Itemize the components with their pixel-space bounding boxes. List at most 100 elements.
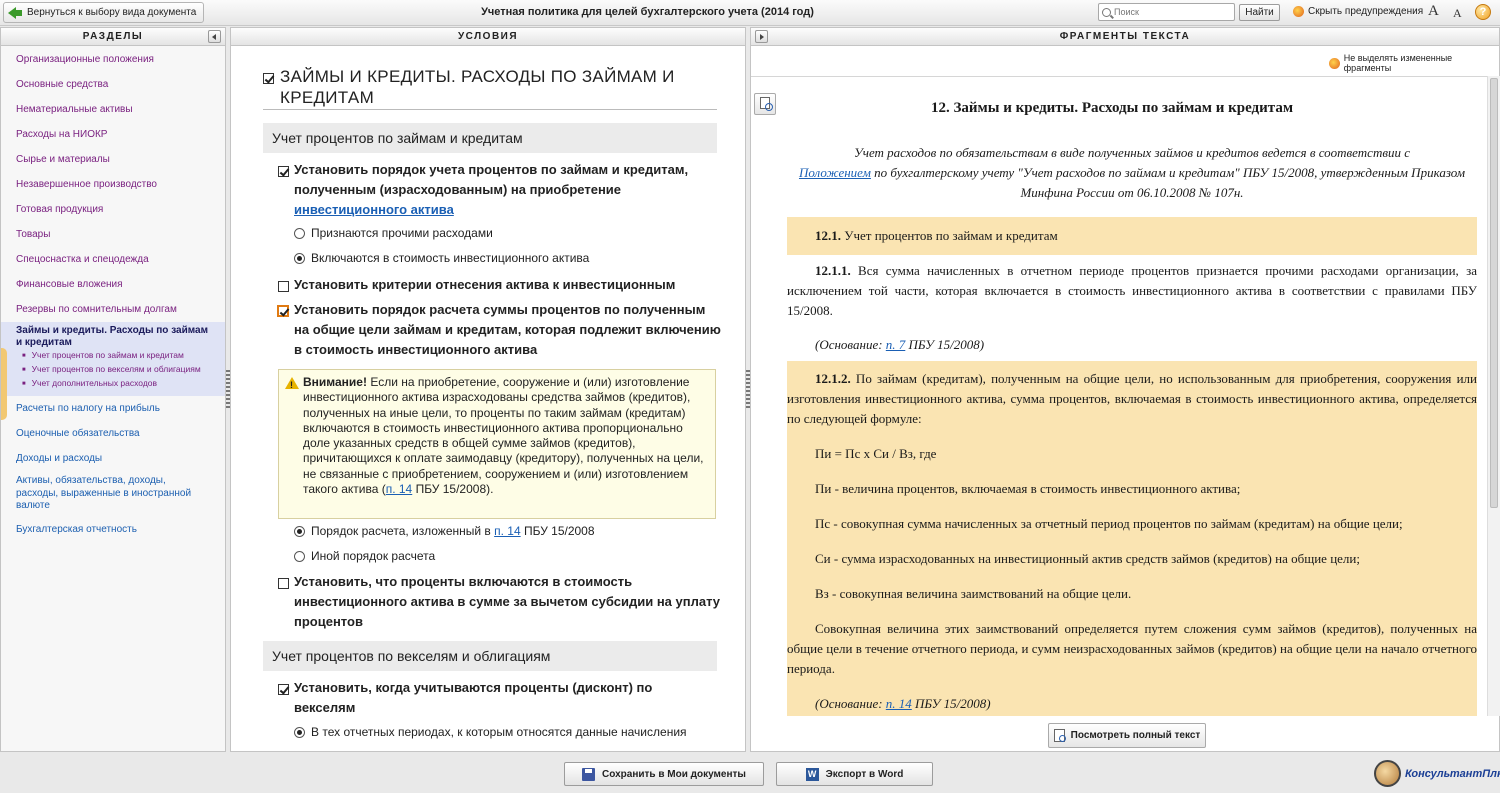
title-checkbox[interactable] (263, 73, 274, 84)
section-item[interactable]: Организационные положения (1, 47, 225, 72)
q3-option2-radio[interactable] (294, 551, 305, 562)
q1-checkbox[interactable] (278, 166, 289, 177)
bottom-toolbar: Сохранить в Мои документы W Экспорт в Wo… (0, 753, 1500, 793)
warning-text: Если на приобретение, сооружение и (или)… (303, 375, 704, 497)
section-item[interactable]: Активы, обязательства, доходы, расходы, … (1, 471, 225, 517)
zoom-document-icon[interactable] (754, 93, 776, 115)
help-icon[interactable]: ? (1475, 4, 1491, 20)
condition-question: Установить порядок учета процентов по за… (294, 160, 724, 220)
basis1-p7-link[interactable]: п. 7 (886, 337, 906, 352)
formula-def: Пи - величина процентов, включаемая в ст… (815, 481, 1241, 496)
search-icon (1102, 7, 1111, 17)
document-title: Учетная политика для целей бухгалтерског… (481, 6, 814, 18)
view-full-text-button[interactable]: Посмотреть полный текст (1048, 723, 1206, 748)
subsection-item[interactable]: Учет процентов по займам и кредитам (16, 349, 210, 363)
section-item[interactable]: Бухгалтерская отчетность (1, 517, 225, 542)
section-item[interactable]: Товары (1, 222, 225, 247)
sections-header: РАЗДЕЛЫ (1, 28, 225, 46)
subsection-item[interactable]: Учет процентов по векселям и облигациям (16, 363, 210, 377)
fragments-panel: ФРАГМЕНТЫ ТЕКСТА Не выделять измененные … (750, 27, 1500, 752)
active-section-title: Займы и кредиты. Расходы по займам и кре… (16, 325, 208, 348)
q1-option2-radio[interactable] (294, 253, 305, 264)
highlight-icon (1329, 57, 1340, 69)
conditions-header-label: УСЛОВИЯ (457, 31, 519, 42)
section-item[interactable]: Сырье и материалы (1, 147, 225, 172)
fragments-scrollbar[interactable] (1487, 76, 1500, 716)
warning-title: Внимание! (303, 375, 367, 389)
back-to-document-type-button[interactable]: Вернуться к выбору вида документа (3, 2, 205, 23)
condition-question: Установить, когда учитываются проценты (… (294, 680, 653, 715)
dont-highlight-label: Не выделять измененные фрагменты (1343, 53, 1453, 73)
q4-checkbox[interactable] (278, 578, 289, 589)
hide-warnings-label: Скрыть предупреждения (1308, 6, 1424, 17)
section-item[interactable]: Нематериальные активы (1, 97, 225, 122)
q5-option1-label[interactable]: В тех отчетных периодах, к которым относ… (311, 724, 687, 740)
fragments-header-label: ФРАГМЕНТЫ ТЕКСТА (1059, 31, 1191, 42)
sections-panel: РАЗДЕЛЫ Организационные положения Основн… (0, 27, 226, 752)
hide-warnings-button[interactable]: Скрыть предупреждения (1293, 6, 1423, 17)
fragments-scroll-thumb[interactable] (1490, 78, 1498, 508)
paragraph-12-1-2: 12.1.2. По займам (кредитам), полученным… (787, 369, 1477, 429)
basis2-p14-link[interactable]: п. 14 (886, 696, 912, 711)
top-toolbar: Вернуться к выбору вида документа Учетна… (0, 0, 1500, 26)
conditions-panel: УСЛОВИЯ ЗАЙМЫ И КРЕДИТЫ. РАСХОДЫ ПО ЗАЙМ… (230, 27, 975, 752)
section-item[interactable]: Резервы по сомнительным долгам (1, 297, 225, 322)
find-button[interactable]: Найти (1239, 4, 1280, 21)
section-item[interactable]: Доходы и расходы (1, 446, 225, 471)
search-input[interactable] (1114, 7, 1214, 17)
formula-def: Совокупная величина этих заимствований о… (787, 621, 1477, 676)
basis2-pre: (Основание: (815, 696, 886, 711)
save-to-my-documents-button[interactable]: Сохранить в Мои документы (564, 762, 764, 786)
formula-def: Си - сумма израсходованных на инвестицио… (815, 551, 1360, 566)
warning-p14-link[interactable]: п. 14 (386, 482, 413, 496)
subsection-12-1-num: 12.1. (815, 228, 841, 243)
section-item[interactable]: Расходы на НИОКР (1, 122, 225, 147)
q5-option1-radio[interactable] (294, 727, 305, 738)
q1-option1-label[interactable]: Признаются прочими расходами (311, 225, 493, 241)
subsection-12-1-text: Учет процентов по займам и кредитам (841, 228, 1058, 243)
export-label: Экспорт в Word (825, 768, 904, 780)
q1-option2-label[interactable]: Включаются в стоимость инвестиционного а… (311, 250, 589, 266)
q3-option1-radio[interactable] (294, 526, 305, 537)
section-item[interactable]: Спецоснастка и спецодежда (1, 247, 225, 272)
warning-icon (285, 377, 299, 393)
investment-asset-link[interactable]: инвестиционного актива (294, 202, 454, 217)
view-document-icon (1053, 729, 1066, 742)
section-item[interactable]: Основные средства (1, 72, 225, 97)
expand-conditions-icon[interactable] (755, 30, 768, 43)
consultant-plus-logo[interactable]: КонсультантПлюс (1374, 760, 1500, 787)
section-item[interactable]: Незавершенное производство (1, 172, 225, 197)
formula-def: Пс - совокупная сумма начисленных за отч… (815, 516, 1403, 531)
section-item-active[interactable]: Займы и кредиты. Расходы по займам и кре… (1, 322, 225, 396)
search-field[interactable] (1098, 3, 1235, 21)
q3-option2-label[interactable]: Иной порядок расчета (311, 548, 435, 564)
collapse-sections-icon[interactable] (208, 30, 221, 43)
dont-highlight-changes-toggle[interactable]: Не выделять измененные фрагменты (1329, 53, 1499, 73)
decrease-font-button[interactable]: A (1453, 6, 1462, 21)
paragraph-12-1-2-num: 12.1.2. (815, 371, 851, 386)
condition-question: Установить критерии отнесения актива к и… (294, 277, 676, 292)
sections-list: Организационные положения Основные средс… (1, 46, 225, 542)
q3-checkbox[interactable] (277, 305, 289, 317)
section-item[interactable]: Оценочные обязательства (1, 421, 225, 446)
intro-text-1: Учет расходов по обязательствам в виде п… (854, 145, 1410, 160)
paragraph-12-1-2-text: По займам (кредитам), полученным на общи… (787, 371, 1477, 426)
q5-checkbox[interactable] (278, 684, 289, 695)
back-arrow-icon (8, 6, 22, 19)
section-item[interactable]: Расчеты по налогу на прибыль (1, 396, 225, 421)
formula: Пи = Пс х Си / Вз, где (815, 446, 937, 461)
view-full-text-label: Посмотреть полный текст (1070, 730, 1201, 741)
q1-option1-radio[interactable] (294, 228, 305, 239)
section-item[interactable]: Финансовые вложения (1, 272, 225, 297)
word-icon: W (805, 767, 819, 781)
q3-option1-p14-link[interactable]: п. 14 (494, 524, 521, 538)
export-to-word-button[interactable]: W Экспорт в Word (776, 762, 933, 786)
q3-option1-label[interactable]: Порядок расчета, изложенный в п. 14 ПБУ … (311, 523, 595, 539)
regulation-link[interactable]: Положением (799, 165, 871, 180)
q2-checkbox[interactable] (278, 281, 289, 292)
increase-font-button[interactable]: A (1428, 3, 1439, 20)
section-item[interactable]: Готовая продукция (1, 197, 225, 222)
conditions-header: УСЛОВИЯ (231, 28, 745, 46)
subsection-item[interactable]: Учет дополнительных расходов (16, 377, 210, 391)
basis2-post: ПБУ 15/2008) (911, 696, 991, 711)
